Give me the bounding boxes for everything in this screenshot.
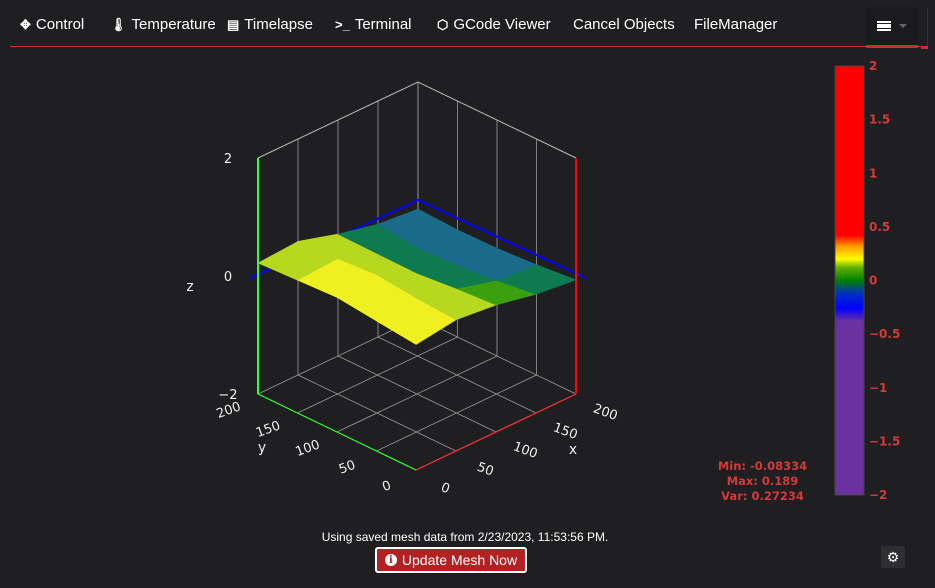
wall-top-edge [257, 81, 577, 159]
x-tick-label: 100 [511, 439, 539, 462]
colorbar-tick-label: 0 [869, 274, 877, 288]
colorbar: 2 1.5 1 0.5 0 −0.5 −1 −1.5 −2 [834, 59, 900, 502]
mesh-surface [257, 208, 577, 345]
info-icon: i [384, 554, 397, 566]
z-tick-label: 2 [224, 152, 232, 167]
x-tick-label: 50 [475, 460, 496, 480]
update-mesh-button[interactable]: i Update Mesh Now [375, 547, 527, 573]
stat-max: Max: 0.189 [726, 474, 799, 488]
y-tick-label: 100 [294, 437, 322, 460]
z-tick-label: 0 [224, 270, 232, 285]
colorbar-tick-label: 1.5 [869, 113, 890, 127]
x-tick-label: 200 [591, 401, 619, 424]
gear-icon: ⚙ [886, 548, 900, 565]
y-tick-label: 0 [380, 478, 393, 495]
y-axis-title: y [258, 440, 266, 456]
colorbar-tick-label: 1 [869, 166, 877, 180]
colorbar-tick-label: 0.5 [869, 220, 890, 234]
y-tick-label: 50 [337, 458, 358, 478]
y-tick-label: 150 [254, 418, 282, 441]
mesh-stats: Min: -0.08334 Max: 0.189 Var: 0.27234 [700, 459, 825, 504]
colorbar-tick-label: −0.5 [869, 327, 900, 341]
x-axis-title: x [569, 442, 577, 458]
colorbar-tick-label: 2 [869, 59, 877, 73]
z-tick-label: −2 [218, 388, 237, 403]
settings-gear-button[interactable]: ⚙ [881, 546, 905, 568]
colorbar-tick-label: −2 [869, 488, 887, 502]
stat-var: Var: 0.27234 [721, 489, 804, 503]
colorbar-gradient [834, 65, 865, 496]
stat-min: Min: -0.08334 [717, 459, 808, 473]
colorbar-tick-label: −1.5 [869, 434, 900, 448]
z-axis-title: z [186, 279, 193, 295]
colorbar-tick-label: −1 [869, 381, 887, 395]
mesh-data-note: Using saved mesh data from 2/23/2023, 11… [321, 530, 609, 544]
x-tick-label: 150 [551, 420, 579, 443]
x-tick-label: 0 [439, 480, 452, 497]
